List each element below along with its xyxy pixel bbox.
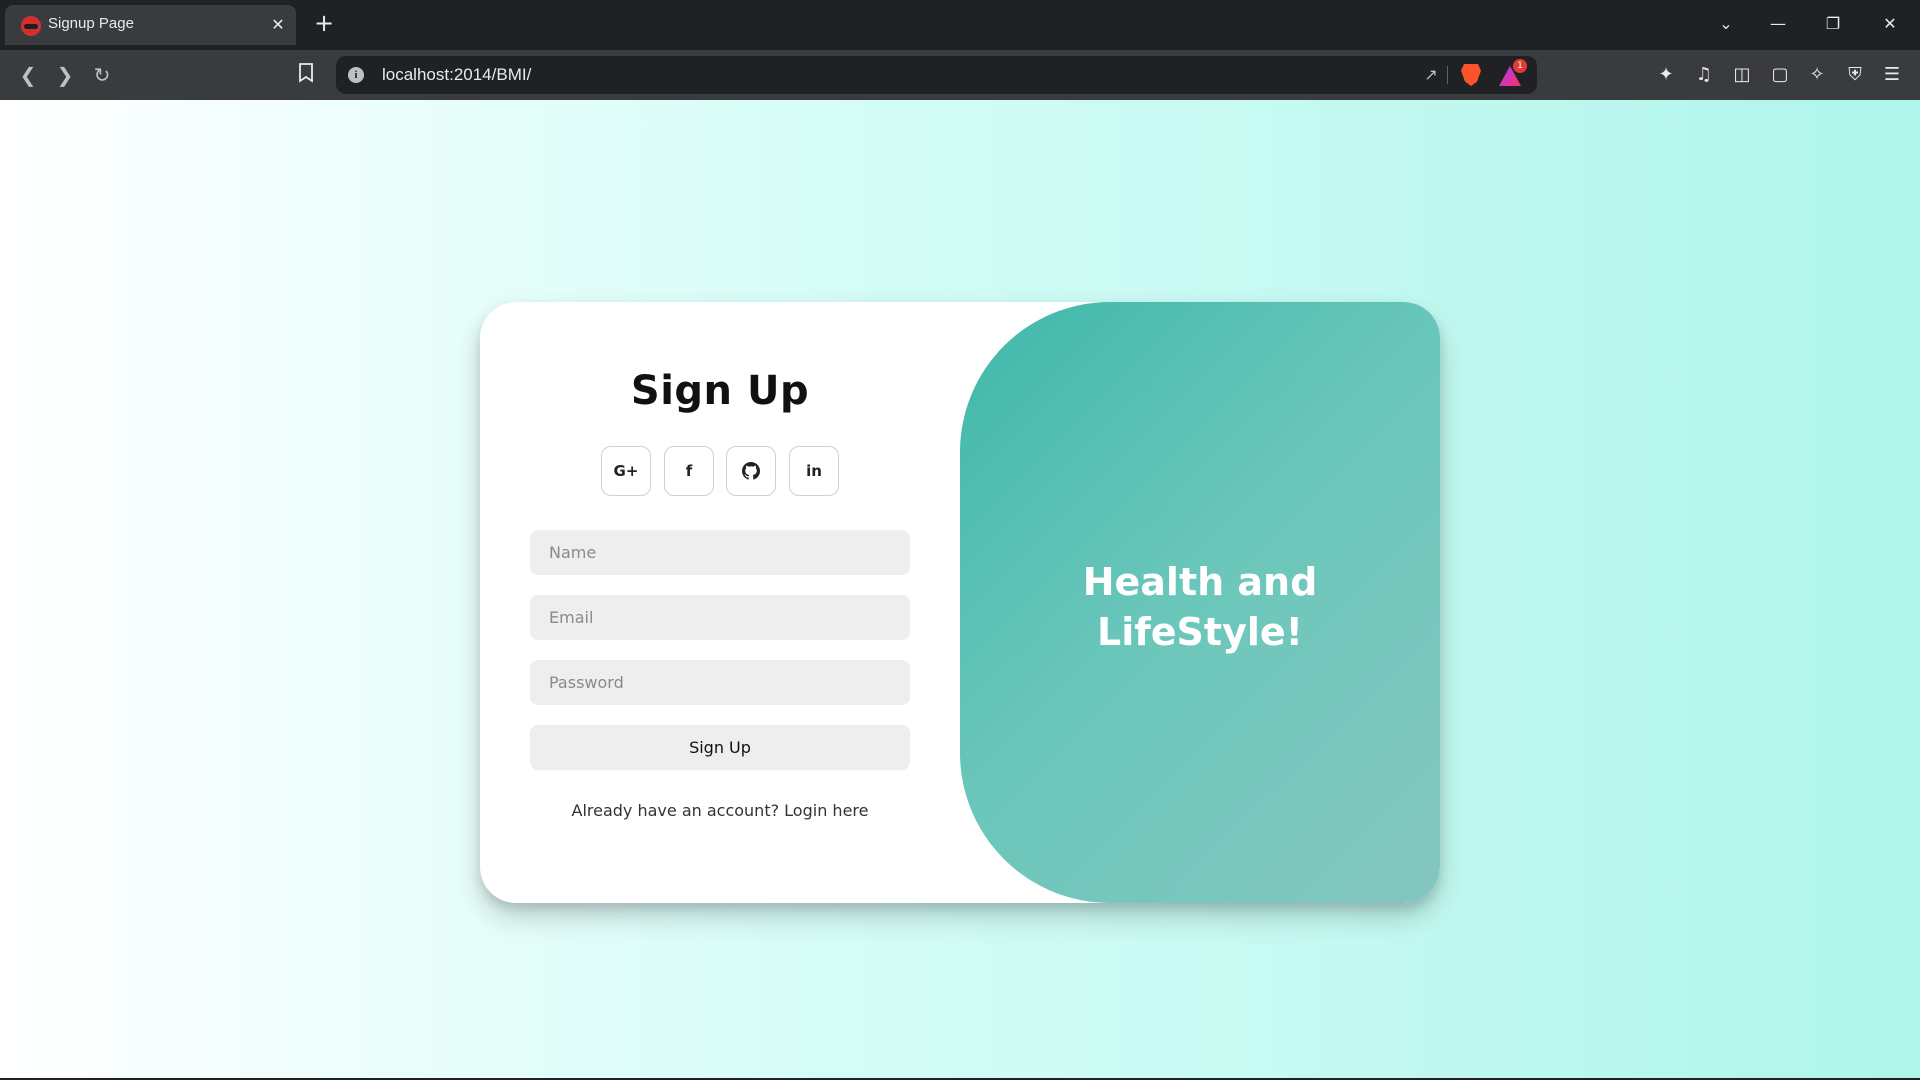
linkedin-button[interactable]: in xyxy=(789,446,839,496)
email-field[interactable] xyxy=(530,595,910,640)
linkedin-icon: in xyxy=(806,462,822,480)
site-info-icon[interactable]: i xyxy=(348,67,364,83)
wallet-icon[interactable]: ▢ xyxy=(1768,63,1792,87)
tab-strip: Signup Page ✕ + ⌄ — ❐ ✕ xyxy=(0,0,1920,50)
signup-card: Sign Up G+ f in Sign Up Already have an … xyxy=(480,302,1440,903)
hero-line-2: LifeStyle! xyxy=(1097,610,1303,654)
url-text[interactable]: localhost:2014/BMI/ xyxy=(382,65,531,85)
form-title: Sign Up xyxy=(630,368,810,414)
google-plus-button[interactable]: G+ xyxy=(601,446,651,496)
password-field[interactable] xyxy=(530,660,910,705)
brave-shields-icon[interactable] xyxy=(1461,64,1481,86)
browser-tab[interactable]: Signup Page ✕ xyxy=(5,5,296,45)
hero-heading: Health and LifeStyle! xyxy=(960,557,1440,657)
share-icon[interactable]: ↗ xyxy=(1421,65,1441,85)
tab-search-chevron-icon[interactable]: ⌄ xyxy=(1712,12,1740,36)
restore-button[interactable]: ❐ xyxy=(1819,12,1847,36)
github-button[interactable] xyxy=(726,446,776,496)
new-tab-button[interactable]: + xyxy=(312,11,336,36)
extensions-icon[interactable]: ✦ xyxy=(1654,63,1678,87)
login-link[interactable]: Already have an account? Login here xyxy=(480,801,960,820)
media-icon[interactable]: ♫ xyxy=(1692,63,1716,87)
sidebar-icon[interactable]: ◫ xyxy=(1730,63,1754,87)
back-icon[interactable]: ❮ xyxy=(16,63,40,87)
rewards-badge: 1 xyxy=(1513,59,1527,73)
leo-ai-icon[interactable]: ✧ xyxy=(1805,63,1829,87)
address-bar[interactable]: i localhost:2014/BMI/ ↗ 1 xyxy=(336,56,1537,94)
tab-close-icon[interactable]: ✕ xyxy=(267,14,289,36)
facebook-icon: f xyxy=(685,462,693,480)
menu-icon[interactable]: ☰ xyxy=(1880,63,1904,87)
forward-icon[interactable]: ❯ xyxy=(53,63,77,87)
tab-title: Signup Page xyxy=(48,15,134,32)
github-icon xyxy=(742,462,760,480)
reload-icon[interactable]: ↻ xyxy=(90,63,114,87)
minimize-button[interactable]: — xyxy=(1764,12,1792,36)
vpn-icon[interactable]: ⛨ xyxy=(1843,63,1867,87)
close-window-button[interactable]: ✕ xyxy=(1876,12,1904,36)
google-plus-icon: G+ xyxy=(613,462,639,480)
facebook-button[interactable]: f xyxy=(664,446,714,496)
name-field[interactable] xyxy=(530,530,910,575)
signup-form: Sign Up G+ f in Sign Up Already have an … xyxy=(480,302,960,903)
site-favicon-icon xyxy=(21,16,41,36)
hero-panel: Health and LifeStyle! xyxy=(960,302,1440,903)
sign-up-button[interactable]: Sign Up xyxy=(530,725,910,770)
hero-line-1: Health and xyxy=(1082,560,1318,604)
page-viewport: Sign Up G+ f in Sign Up Already have an … xyxy=(0,100,1920,1078)
address-separator xyxy=(1447,66,1448,84)
browser-toolbar: ❮ ❯ ↻ i localhost:2014/BMI/ ↗ 1 ✦ ♫ ◫ ▢ … xyxy=(0,50,1920,100)
bookmark-icon[interactable] xyxy=(294,63,318,87)
